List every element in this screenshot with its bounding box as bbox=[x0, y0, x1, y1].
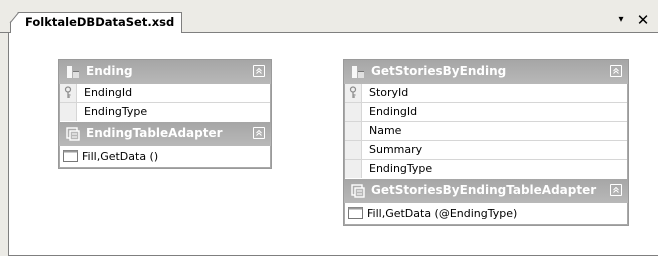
column-name: Summary bbox=[369, 143, 423, 156]
table-adapter-icon bbox=[66, 127, 80, 141]
collapse-icon[interactable] bbox=[610, 65, 622, 77]
tab-title: FolktaleDBDataSet.xsd bbox=[25, 15, 175, 29]
tab-folktale-dataset[interactable]: FolktaleDBDataSet.xsd bbox=[10, 12, 182, 34]
table-adapter-name: GetStoriesByEndingTableAdapter bbox=[371, 183, 597, 197]
column-name: EndingType bbox=[369, 162, 433, 175]
table-header[interactable]: GetStoriesByEnding bbox=[344, 60, 628, 84]
dataset-designer-canvas[interactable]: Ending EndingId EndingType EndingTableAd… bbox=[8, 33, 658, 256]
query-method-label: Fill,GetData () bbox=[82, 150, 159, 163]
column-row[interactable]: Name bbox=[345, 122, 627, 141]
column-name: Name bbox=[369, 124, 402, 137]
collapse-icon[interactable] bbox=[253, 127, 265, 139]
sql-query-icon bbox=[348, 207, 363, 219]
column-row[interactable]: StoryId bbox=[345, 84, 627, 103]
row-selector bbox=[345, 141, 362, 159]
column-row[interactable]: Summary bbox=[345, 141, 627, 160]
row-selector bbox=[60, 103, 77, 121]
column-name: EndingType bbox=[84, 105, 148, 118]
query-method-label: Fill,GetData (@EndingType) bbox=[367, 207, 518, 220]
row-selector bbox=[345, 160, 362, 178]
primary-key-icon bbox=[349, 86, 357, 98]
sql-query-icon bbox=[63, 150, 78, 162]
column-name: EndingId bbox=[84, 86, 133, 99]
table-ending[interactable]: Ending EndingId EndingType EndingTableAd… bbox=[58, 59, 272, 169]
document-tab-strip: FolktaleDBDataSet.xsd ▾ ✕ bbox=[0, 0, 658, 34]
table-adapter-icon bbox=[351, 184, 365, 198]
column-row[interactable]: EndingType bbox=[345, 160, 627, 179]
column-row[interactable]: EndingType bbox=[60, 103, 270, 122]
column-name: EndingId bbox=[369, 105, 418, 118]
table-get-stories-by-ending[interactable]: GetStoriesByEnding StoryId EndingId Name… bbox=[343, 59, 629, 226]
collapse-icon[interactable] bbox=[610, 184, 622, 196]
close-icon[interactable]: ✕ bbox=[634, 11, 652, 29]
row-selector bbox=[345, 84, 362, 102]
tab-dropdown-icon[interactable]: ▾ bbox=[614, 13, 628, 27]
primary-key-icon bbox=[64, 86, 72, 98]
column-list: StoryId EndingId Name Summary EndingType bbox=[345, 84, 627, 179]
collapse-icon[interactable] bbox=[253, 65, 265, 77]
table-adapter-header[interactable]: GetStoriesByEndingTableAdapter bbox=[344, 179, 628, 203]
table-adapter-name: EndingTableAdapter bbox=[86, 126, 223, 140]
table-name: GetStoriesByEnding bbox=[371, 64, 507, 78]
table-icon bbox=[352, 66, 364, 78]
table-icon bbox=[67, 66, 79, 78]
column-row[interactable]: EndingId bbox=[345, 103, 627, 122]
table-adapter-header[interactable]: EndingTableAdapter bbox=[59, 122, 271, 146]
row-selector bbox=[60, 84, 77, 102]
column-row[interactable]: EndingId bbox=[60, 84, 270, 103]
row-selector bbox=[345, 122, 362, 140]
table-header[interactable]: Ending bbox=[59, 60, 271, 84]
column-list: EndingId EndingType bbox=[60, 84, 270, 122]
query-method-row[interactable]: Fill,GetData () bbox=[60, 146, 270, 167]
column-name: StoryId bbox=[369, 86, 409, 99]
query-method-row[interactable]: Fill,GetData (@EndingType) bbox=[345, 203, 627, 224]
row-selector bbox=[345, 103, 362, 121]
table-name: Ending bbox=[86, 64, 133, 78]
